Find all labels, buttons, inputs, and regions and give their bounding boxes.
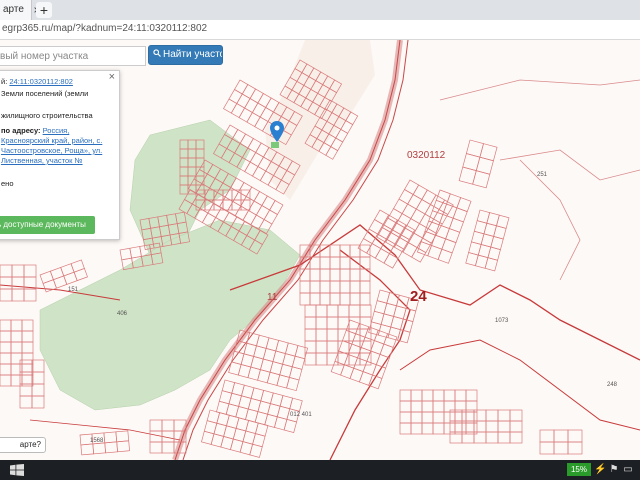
address-row: по адресу: Россия, Красноярский край, ра… xyxy=(1,126,115,166)
browser-tabbar: арте × + xyxy=(0,0,640,20)
find-parcel-button[interactable]: Найти участок xyxy=(148,45,223,65)
address-bar[interactable]: egrp365.ru/map/?kadnum=24:11:0320112:802 xyxy=(0,20,640,40)
selected-parcel[interactable] xyxy=(271,142,279,148)
parcel-info-popup: × й: 24:11:0320112:802 Земли поселений (… xyxy=(0,70,120,240)
taskbar: 15% ⚡ ⚑ ▭ xyxy=(0,460,640,480)
kadnum-link[interactable]: 24:11:0320112:802 xyxy=(9,77,73,86)
status-text: ено xyxy=(1,179,14,188)
search-icon xyxy=(153,46,161,64)
available-documents-button[interactable]: ь доступные документы xyxy=(0,216,95,234)
close-icon[interactable]: × xyxy=(109,72,115,83)
kadnum-row: й: 24:11:0320112:802 xyxy=(1,77,73,87)
map-label: 406 xyxy=(117,311,128,317)
tab-title: арте xyxy=(3,4,24,15)
map-label: 251 xyxy=(537,172,548,178)
address-label: по адресу: xyxy=(1,126,41,135)
map-label: 1568 xyxy=(90,438,104,444)
battery-indicator[interactable]: 15% xyxy=(567,463,591,476)
search-input[interactable] xyxy=(0,46,146,66)
flag-icon[interactable]: ⚑ xyxy=(608,463,620,476)
map-label: 24 xyxy=(410,288,427,305)
power-icon[interactable]: ⚡ xyxy=(594,463,606,476)
kadnum-label: й: xyxy=(1,77,8,86)
url-text[interactable]: egrp365.ru/map/?kadnum=24:11:0320112:802 xyxy=(2,23,207,34)
return-button[interactable]: арте? xyxy=(0,437,46,453)
map-label: 11 xyxy=(267,292,278,303)
map-label: 248 xyxy=(607,382,618,388)
map-label: 1073 xyxy=(495,318,509,324)
find-parcel-label: Найти участок xyxy=(163,49,223,60)
category-text: Земли поселений (земли xyxy=(1,89,89,98)
windows-icon xyxy=(10,464,24,476)
map-label: 151 xyxy=(68,287,79,293)
new-tab-button[interactable]: + xyxy=(36,2,52,18)
monitor-icon[interactable]: ▭ xyxy=(622,463,634,476)
map-marker-icon[interactable] xyxy=(270,121,284,143)
browser-tab[interactable]: арте xyxy=(0,0,32,20)
map-label: 012 401 xyxy=(290,412,312,418)
use-text: жилищного строительства xyxy=(1,111,93,120)
map-label: 0320112 xyxy=(407,150,446,161)
start-button[interactable] xyxy=(0,460,30,480)
